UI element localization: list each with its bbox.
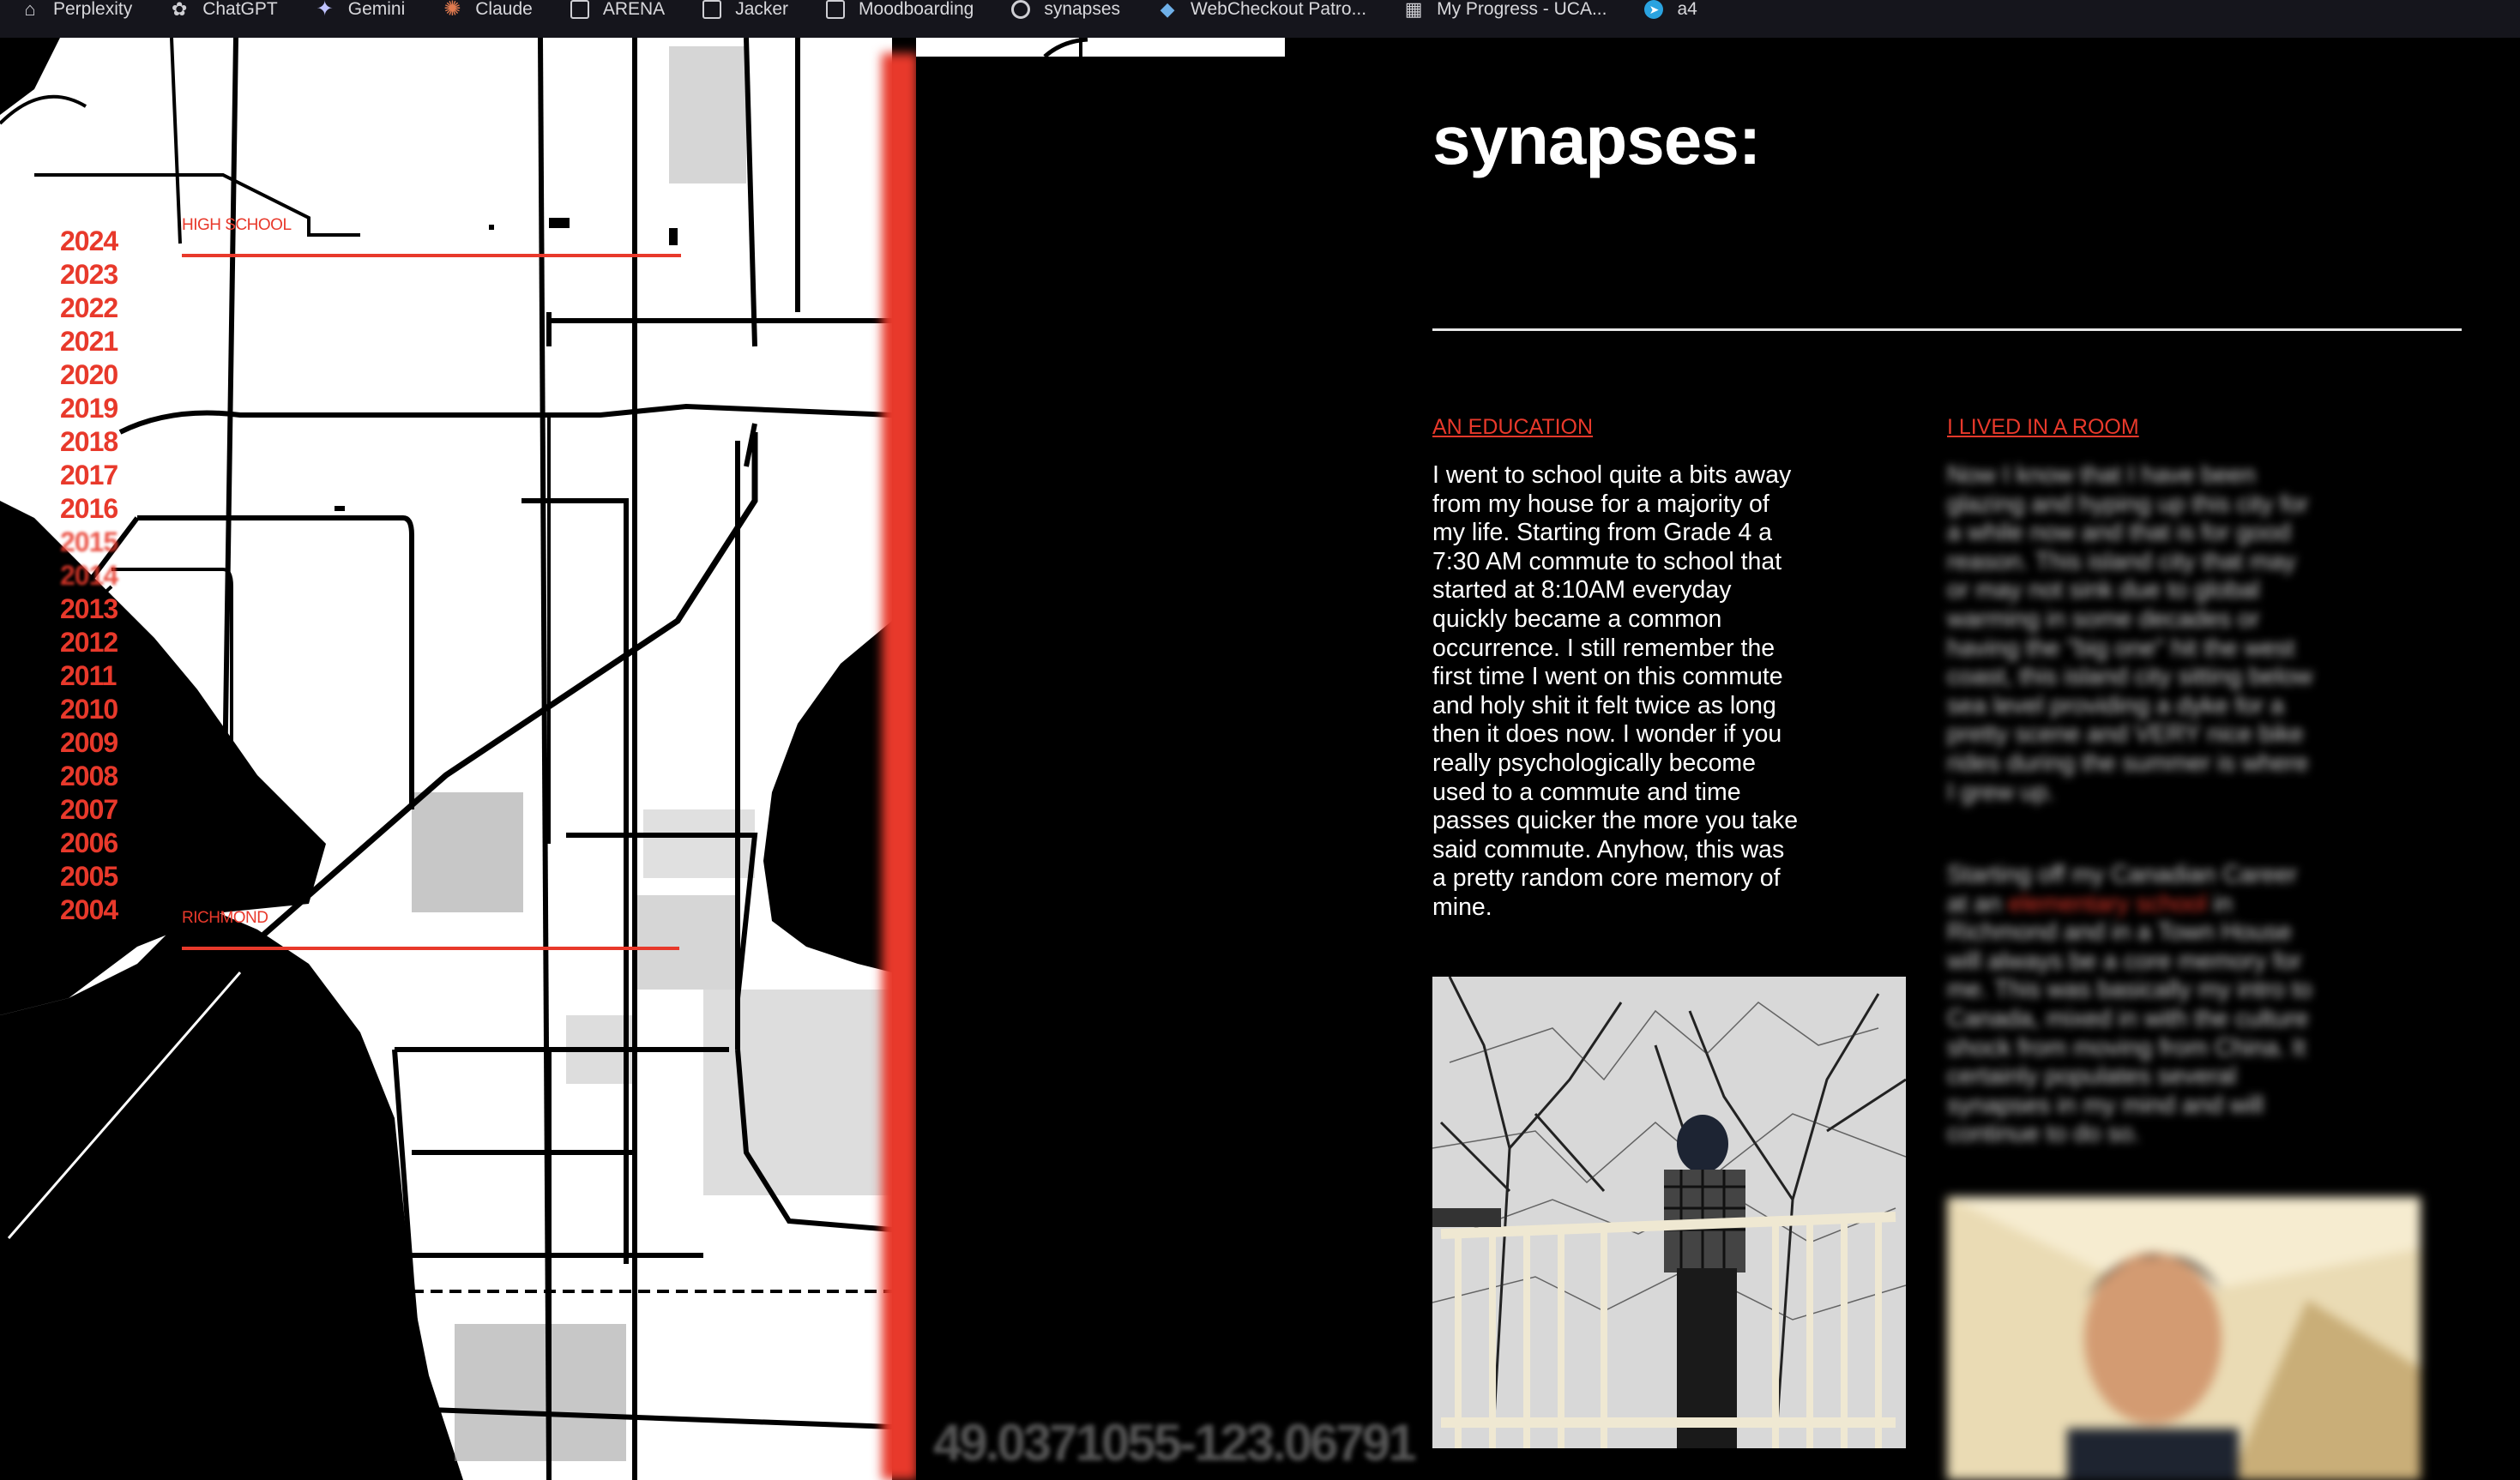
title-divider — [1432, 328, 2462, 331]
bookmark-moodboarding[interactable]: Moodboarding — [826, 0, 974, 20]
year-timeline: 2024 2023 2022 2021 2020 2019 2018 2017 2016 2015… — [60, 225, 137, 927]
perplexity-icon: ⌂ — [24, 0, 36, 20]
year-2021[interactable]: 2021 — [60, 325, 137, 358]
section-body-education: I went to school quite a bits away from … — [1432, 461, 1799, 921]
year-2020[interactable]: 2020 — [60, 358, 137, 392]
bookmark-gemini[interactable]: ✦ Gemini — [316, 0, 406, 20]
year-2024[interactable]: 2024 — [60, 225, 137, 258]
year-2011[interactable]: 2011 — [60, 659, 137, 693]
bookmark-label: Jacker — [735, 0, 789, 19]
bookmark-label: My Progress - UCA... — [1437, 0, 1607, 19]
year-2012[interactable]: 2012 — [60, 626, 137, 659]
year-2023[interactable]: 2023 — [60, 258, 137, 292]
bookmark-label: WebCheckout Patro... — [1191, 0, 1367, 19]
dark-panel — [916, 53, 1285, 1480]
bookmark-webcheckout-patro[interactable]: ◆ WebCheckout Patro... — [1158, 0, 1367, 20]
year-2019[interactable]: 2019 — [60, 392, 137, 425]
folder-icon — [702, 0, 722, 19]
map-strip — [916, 38, 1285, 57]
telegram-icon: ➤ — [1644, 0, 1664, 19]
webcheckout-icon: ◆ — [1160, 0, 1175, 20]
bookmark-label: Gemini — [347, 0, 406, 19]
bookmarks-bar: ⌂ Perplexity ✿ ChatGPT ✦ Gemini ✺ Claude ARENA Ja… — [0, 0, 2520, 38]
year-2016[interactable]: 2016 — [60, 492, 137, 526]
bookmark-my-progress-uca[interactable]: ▦ My Progress - UCA... — [1404, 0, 1607, 20]
bookmark-label: ChatGPT — [202, 0, 278, 19]
bookmark-chatgpt[interactable]: ✿ ChatGPT — [170, 0, 278, 20]
bookmark-synapses[interactable]: synapses — [1011, 0, 1120, 20]
elementary-school-link[interactable]: elementary school — [2008, 890, 2206, 917]
body-text: in Richmond and in a Town House will alw… — [1947, 889, 2312, 1148]
bookmark-perplexity[interactable]: ⌂ Perplexity — [21, 0, 132, 20]
bookmark-claude[interactable]: ✺ Claude — [443, 0, 533, 20]
loading-icon — [1011, 0, 1031, 19]
bookmark-jacker[interactable]: Jacker — [702, 0, 788, 20]
year-2017[interactable]: 2017 — [60, 459, 137, 492]
grid-icon: ▦ — [1404, 0, 1423, 20]
year-2005[interactable]: 2005 — [60, 860, 137, 893]
year-2007[interactable]: 2007 — [60, 793, 137, 827]
claude-icon: ✺ — [443, 0, 461, 21]
year-2013[interactable]: 2013 — [60, 593, 137, 626]
bookmark-arena[interactable]: ARENA — [570, 0, 665, 20]
page-title: synapses: — [1432, 102, 1761, 178]
year-2022[interactable]: 2022 — [60, 292, 137, 325]
richmond-line — [182, 947, 679, 950]
bookmark-label: ARENA — [602, 0, 666, 19]
bookmark-label: synapses — [1044, 0, 1121, 19]
year-2009[interactable]: 2009 — [60, 726, 137, 760]
bookmark-label: a4 — [1677, 0, 1697, 19]
bookmark-label: Moodboarding — [859, 0, 974, 19]
chatgpt-icon: ✿ — [171, 0, 188, 20]
section-title-room[interactable]: I LIVED IN A ROOM — [1947, 415, 2139, 440]
section-title-education[interactable]: AN EDUCATION — [1432, 415, 1593, 440]
high-school-line — [182, 254, 681, 257]
playground-photo — [1432, 977, 1906, 1448]
year-2018[interactable]: 2018 — [60, 425, 137, 459]
folder-icon — [570, 0, 589, 19]
year-2004[interactable]: 2004 — [60, 893, 137, 927]
year-2006[interactable]: 2006 — [60, 827, 137, 860]
gemini-icon: ✦ — [316, 0, 334, 21]
year-2014[interactable]: 2014 — [60, 559, 137, 593]
year-2015[interactable]: 2015 — [60, 526, 137, 559]
coordinates-readout: 49.0371055-123.06791 — [933, 1414, 1417, 1471]
bookmark-a4[interactable]: ➤ a4 — [1644, 0, 1697, 20]
high-school-label: HIGH SCHOOL — [182, 216, 292, 234]
portrait-photo — [1947, 1197, 2421, 1480]
year-2010[interactable]: 2010 — [60, 693, 137, 726]
bookmark-label: Claude — [475, 0, 533, 19]
richmond-label: RICHMOND — [182, 909, 268, 927]
section-body-room-2: Starting off my Canadian Career at an el… — [1947, 861, 2316, 1149]
section-body-room-1: Now I know that I have been glazing and … — [1947, 461, 2313, 806]
bookmark-label: Perplexity — [53, 0, 133, 19]
folder-icon — [826, 0, 846, 19]
year-2008[interactable]: 2008 — [60, 760, 137, 793]
red-divider — [882, 53, 918, 1480]
